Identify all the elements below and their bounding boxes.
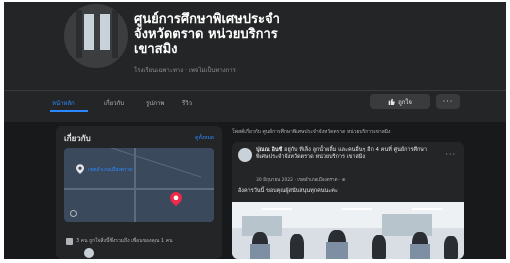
thumbs-up-icon xyxy=(388,98,396,105)
map-marker-icon xyxy=(170,192,182,206)
about-card: เกี่ยวกับ ดูทั้งหมด เขตอำเภอเมืองตราด 3 … xyxy=(56,126,222,259)
like-button-label: ถูกใจ xyxy=(398,98,412,106)
friend-avatar[interactable] xyxy=(84,248,94,258)
page-tabs: หน้าหลัก เกี่ยวกับ รูปภาพ รีวิว xyxy=(4,90,506,112)
post-options-button[interactable]: ··· xyxy=(445,150,456,159)
see-all-link[interactable]: ดูทั้งหมด xyxy=(195,134,214,142)
photo-lamp xyxy=(412,208,442,210)
page-title-line: เขาสมิง xyxy=(134,42,178,57)
more-options-button[interactable]: ··· xyxy=(436,94,460,109)
page-title-line: จังหวัดตราด หน่วยบริการ xyxy=(134,27,278,42)
settings-icon[interactable] xyxy=(70,210,77,217)
photo-person xyxy=(250,244,270,259)
post-timestamp[interactable]: 30 มิถุนายน 2022 · เขตอำเภอเมืองตราด · ⊕ xyxy=(256,176,346,183)
map-location-label[interactable]: เขตอำเภอเมืองตราด xyxy=(88,166,133,174)
avatar-window xyxy=(84,14,94,50)
page-title: ศูนย์การศึกษาพิเศษประจำ จังหวัดตราด หน่ว… xyxy=(134,12,374,57)
post-text: อังคารวันนี้ ขอบคุณผู้สนับสนุนทุกคนนะคะ xyxy=(238,188,338,194)
screenshot-frame: ศูนย์การศึกษาพิเศษประจำ จังหวัดตราด หน่ว… xyxy=(0,0,510,263)
about-title: เกี่ยวกับ xyxy=(64,134,91,143)
page-title-line: ศูนย์การศึกษาพิเศษประจำ xyxy=(134,12,280,27)
like-button[interactable]: ถูกใจ xyxy=(370,94,430,109)
page-avatar[interactable] xyxy=(62,2,130,70)
post-card: ปุณณ อินซี อยู่กับ ทีเล็ง ลูกน้ำผลิ้ม แล… xyxy=(232,142,464,259)
avatar-curtain xyxy=(76,10,82,58)
map-road xyxy=(134,148,136,222)
tab-reviews[interactable]: รีวิว xyxy=(182,98,192,108)
facebook-page: ศูนย์การศึกษาพิเศษประจำ จังหวัดตราด หน่ว… xyxy=(4,2,506,259)
photo-person xyxy=(410,244,430,259)
post-photo[interactable] xyxy=(232,202,464,259)
page-header: ศูนย์การศึกษาพิเศษประจำ จังหวัดตราด หน่ว… xyxy=(4,2,506,122)
tab-home[interactable]: หน้าหลัก xyxy=(52,98,75,108)
active-tab-indicator xyxy=(50,110,88,112)
feed-header: โพสต์เกี่ยวกับ ศูนย์การศึกษาพิเศษประจำจั… xyxy=(232,129,391,135)
photo-person xyxy=(372,235,386,259)
post-tagline: อยู่กับ ทีเล็ง ลูกน้ำผลิ้ม และคนอื่นๆ อี… xyxy=(256,147,427,160)
photo-lamp xyxy=(262,208,292,210)
photo-lamp xyxy=(342,208,372,210)
page-category: โรงเรียนเฉพาะทาง · เพจไม่เป็นทางการ xyxy=(134,67,236,74)
likes-summary: 3 คน ถูกใจสิ่งนี้ซึ่งรวมถึง เพื่อนของคุณ… xyxy=(66,237,173,245)
photo-person xyxy=(290,234,304,259)
post-author-avatar[interactable] xyxy=(238,148,252,162)
post-meta: ปุณณ อินซี อยู่กับ ทีเล็ง ลูกน้ำผลิ้ม แล… xyxy=(256,147,436,161)
location-map[interactable]: เขตอำเภอเมืองตราด xyxy=(64,148,214,222)
map-pin-icon xyxy=(76,164,84,174)
tab-about[interactable]: เกี่ยวกับ xyxy=(104,98,124,108)
likes-text: 3 คน ถูกใจสิ่งนี้ซึ่งรวมถึง เพื่อนของคุณ… xyxy=(76,238,173,244)
post-author[interactable]: ปุณณ อินซี xyxy=(256,147,282,153)
avatar-curtain xyxy=(112,10,118,58)
avatar-window xyxy=(100,14,110,50)
photo-person xyxy=(326,242,348,259)
map-road xyxy=(64,188,214,190)
likes-icon xyxy=(66,237,73,245)
tab-photos[interactable]: รูปภาพ xyxy=(146,98,164,108)
photo-person xyxy=(444,236,458,259)
